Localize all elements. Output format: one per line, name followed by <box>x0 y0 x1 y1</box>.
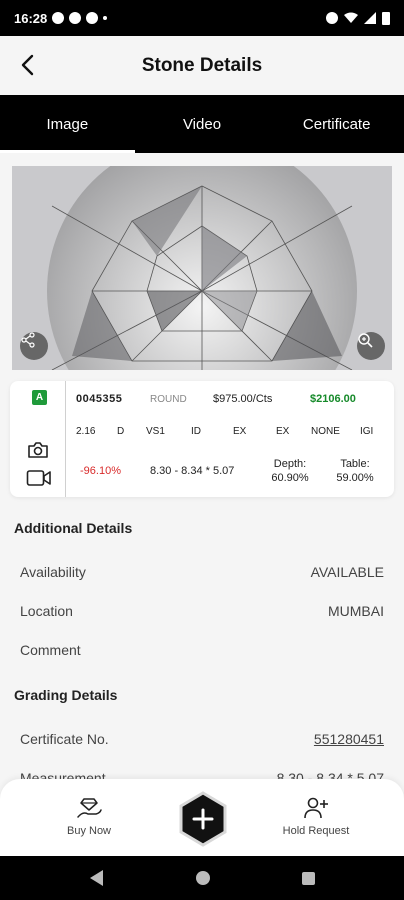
back-arrow-icon <box>21 54 34 76</box>
symmetry-value: EX <box>276 426 290 437</box>
detail-label: Comment <box>20 642 81 658</box>
detail-label: Availability <box>20 564 86 580</box>
media-tabs: Image Video Certificate <box>0 95 404 153</box>
diamond-image <box>12 166 392 370</box>
notification-icon <box>52 12 65 24</box>
measurement-value: 8.30 - 8.34 * 5.07 <box>150 465 235 477</box>
detail-row-availability: Availability AVAILABLE <box>0 553 404 591</box>
depth-label: Depth: <box>273 458 307 470</box>
tab-image[interactable]: Image <box>0 95 135 153</box>
additional-details-heading: Additional Details <box>14 520 133 536</box>
battery-icon <box>382 11 390 25</box>
fluorescence-value: NONE <box>311 426 340 437</box>
detail-label: Location <box>20 603 73 619</box>
wifi-icon <box>344 12 358 23</box>
app-bar: Stone Details <box>0 36 404 95</box>
notification-icon <box>69 12 82 24</box>
grading-details-heading: Grading Details <box>14 687 118 703</box>
depth-value: 60.90% <box>271 472 309 484</box>
hold-request-button[interactable]: Hold Request <box>256 797 376 837</box>
bottom-action-bar: Buy Now Hold Request <box>0 779 404 856</box>
add-fab-button[interactable] <box>178 791 228 847</box>
hold-request-label: Hold Request <box>282 825 350 837</box>
status-time: 16:28 <box>14 10 48 26</box>
video-icon[interactable] <box>26 469 52 487</box>
total-price: $2106.00 <box>310 393 356 405</box>
page-title: Stone Details <box>141 54 263 76</box>
price-per-carat: $975.00/Cts <box>213 393 273 405</box>
status-bar: 16:28 <box>0 0 404 36</box>
zoom-icon <box>358 333 373 348</box>
table-value: 59.00% <box>336 472 374 484</box>
buy-now-label: Buy Now <box>66 825 112 837</box>
detail-value: AVAILABLE <box>310 564 384 580</box>
back-button[interactable] <box>12 50 42 80</box>
share-icon <box>21 332 35 348</box>
tab-certificate[interactable]: Certificate <box>269 95 404 153</box>
carat-value: 2.16 <box>76 426 96 437</box>
detail-row-comment: Comment <box>0 631 404 669</box>
detail-label: Certificate No. <box>20 731 109 747</box>
color-value: D <box>117 426 125 437</box>
add-user-icon <box>304 797 328 819</box>
certificate-link[interactable]: 551280451 <box>314 731 384 747</box>
share-button[interactable] <box>20 332 48 360</box>
system-nav-bar <box>0 856 404 900</box>
detail-value: MUMBAI <box>328 603 384 619</box>
more-notifications-icon <box>103 16 108 20</box>
plus-icon <box>179 791 227 847</box>
detail-row-location: Location MUMBAI <box>0 592 404 630</box>
dnd-icon <box>326 12 338 24</box>
tab-video[interactable]: Video <box>135 95 270 153</box>
stone-shape: ROUND <box>150 394 187 405</box>
camera-icon[interactable] <box>27 441 49 459</box>
table-label: Table: <box>340 458 370 470</box>
lab-value: IGI <box>360 426 374 437</box>
cut-value: ID <box>191 426 201 437</box>
signal-icon <box>364 12 376 24</box>
discount-value: -96.10% <box>80 465 121 477</box>
card-media-column: A <box>10 381 66 497</box>
detail-row-certificate: Certificate No. 551280451 <box>0 720 404 758</box>
stone-id: 0045355 <box>76 393 123 405</box>
zoom-button[interactable] <box>357 332 385 360</box>
nav-home-icon[interactable] <box>195 870 211 886</box>
nav-recents-icon[interactable] <box>301 871 316 886</box>
nav-back-icon[interactable] <box>89 869 105 887</box>
buy-now-button[interactable]: Buy Now <box>29 797 149 837</box>
stone-image <box>12 166 392 370</box>
grade-badge: A <box>32 390 47 405</box>
stone-summary-card: A 0045355 ROUND $975.00/Cts $2106.00 2.1… <box>10 381 394 497</box>
polish-value: EX <box>233 426 247 437</box>
notification-icon <box>86 12 99 24</box>
clarity-value: VS1 <box>146 426 165 437</box>
diamond-hand-icon <box>77 798 102 818</box>
